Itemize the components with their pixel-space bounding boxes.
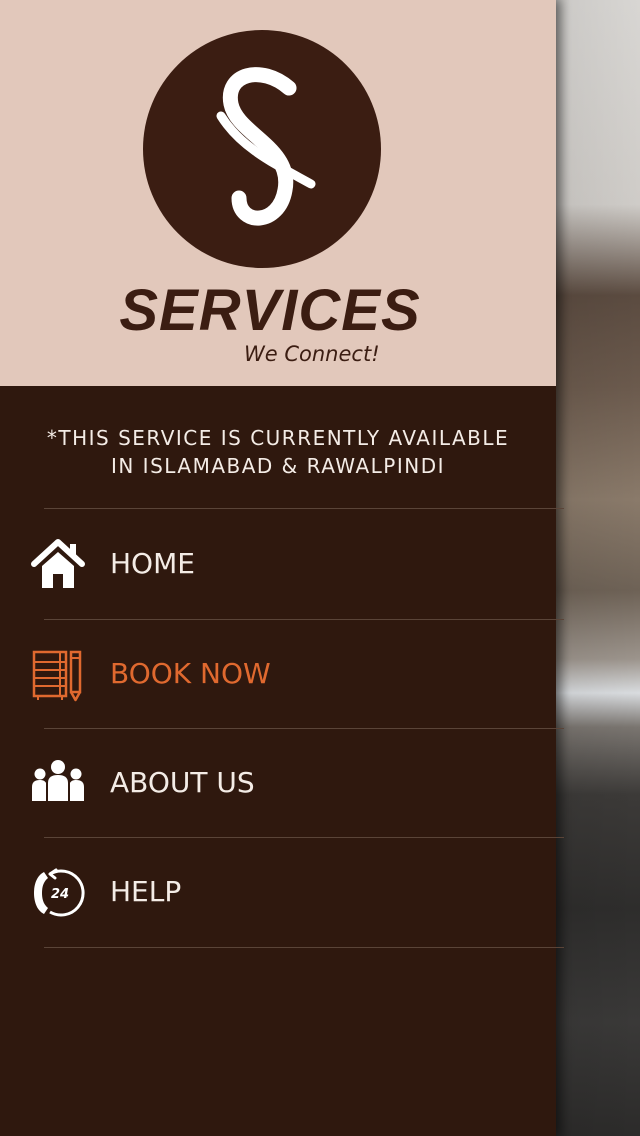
availability-notice: *THIS SERVICE IS CURRENTLY AVAILABLE IN … — [20, 424, 536, 480]
menu-item-help-label: HELP — [110, 875, 182, 908]
logo-s-mark-icon — [216, 67, 316, 226]
availability-notice-line2: IN ISLAMABAD & RAWALPINDI — [110, 454, 446, 478]
menu-item-book-now-label: BOOK NOW — [110, 657, 271, 690]
availability-notice-line1: *THIS SERVICE IS CURRENTLY AVAILABLE — [46, 426, 510, 450]
navigation-drawer: SERVICES We Connect! *THIS SERVICE IS CU… — [0, 0, 564, 1136]
support-24-phone-icon: 24 — [30, 866, 86, 920]
menu-item-help[interactable]: 24 HELP — [0, 838, 556, 946]
notebook-pen-icon — [30, 648, 86, 702]
menu-item-home[interactable]: HOME — [0, 510, 556, 618]
brand-tagline: We Connect! — [244, 342, 380, 366]
menu-divider — [44, 508, 564, 509]
brand-name: SERVICES — [119, 278, 421, 343]
drawer-header: SERVICES We Connect! — [0, 0, 556, 386]
menu-item-about-us[interactable]: ABOUT US — [0, 729, 556, 837]
app-screen: SERVICES We Connect! *THIS SERVICE IS CU… — [0, 0, 640, 1136]
menu-item-book-now[interactable]: BOOK NOW — [0, 620, 556, 728]
menu-divider — [44, 947, 564, 948]
logo-icon — [143, 30, 381, 268]
group-icon — [30, 757, 86, 811]
menu-item-about-us-label: ABOUT US — [110, 766, 255, 799]
home-icon — [30, 538, 86, 592]
menu-item-home-label: HOME — [110, 547, 195, 580]
svg-text:24: 24 — [51, 887, 69, 902]
